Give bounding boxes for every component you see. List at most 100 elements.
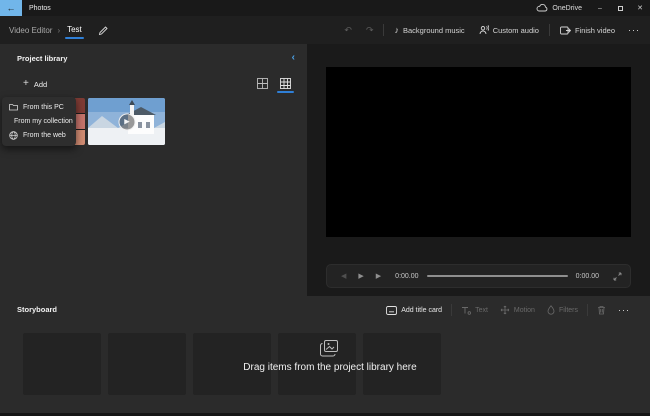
storyboard-more-button[interactable]: ··· <box>612 301 636 319</box>
small-grid-icon <box>280 78 291 89</box>
thumbnail-play-overlay: ▶ <box>118 113 135 130</box>
add-title-card-button[interactable]: Add title card <box>380 303 448 318</box>
play-button[interactable]: ▶ <box>352 272 369 280</box>
collapse-panel-button[interactable]: ‹ <box>289 51 298 64</box>
filters-icon <box>547 305 555 315</box>
text-tool-icon <box>461 306 471 315</box>
app-title: Photos <box>29 5 51 12</box>
back-icon: ← <box>7 3 16 13</box>
add-label: Add <box>34 80 47 89</box>
filters-button[interactable]: Filters <box>541 302 584 318</box>
selected-view-underline <box>277 91 294 93</box>
finish-video-button[interactable]: Finish video <box>553 22 622 39</box>
breadcrumb-separator-icon: › <box>57 26 60 35</box>
text-button[interactable]: Text <box>455 303 494 318</box>
storyboard-placeholder-card[interactable] <box>193 333 271 395</box>
add-title-card-label: Add title card <box>401 307 442 314</box>
close-button[interactable]: ✕ <box>630 0 650 16</box>
finish-video-icon <box>560 26 571 35</box>
menu-item-label: From the web <box>23 132 66 139</box>
expand-icon <box>613 272 622 281</box>
maximize-button[interactable] <box>610 0 630 16</box>
storyboard-placeholder-card[interactable] <box>108 333 186 395</box>
menu-item-from-this-pc[interactable]: From this PC <box>2 100 76 114</box>
custom-audio-icon <box>479 25 489 35</box>
storyboard-placeholder-card[interactable] <box>363 333 441 395</box>
fullscreen-button[interactable] <box>613 272 622 281</box>
filters-label: Filters <box>559 307 578 314</box>
storyboard-placeholder-card[interactable] <box>23 333 101 395</box>
total-time: 0:00.00 <box>576 273 599 280</box>
rename-project-button[interactable] <box>98 25 109 36</box>
redo-icon: ↷ <box>366 26 374 35</box>
media-thumbnail-video[interactable]: ▶ <box>88 98 165 145</box>
storyboard-section: Storyboard Add title card Text <box>0 296 650 416</box>
small-grid-view-button[interactable] <box>278 77 293 93</box>
library-view-toggles <box>255 77 293 93</box>
custom-audio-button[interactable]: Custom audio <box>472 21 546 39</box>
preview-area: ◀ ▶ ▶ 0:00.00 0:00.00 <box>307 44 650 296</box>
project-name-tab[interactable]: Test <box>65 21 84 40</box>
background-music-label: Background music <box>403 26 465 35</box>
next-frame-icon: ▶ <box>376 273 381 280</box>
close-icon: ✕ <box>637 4 643 12</box>
toolbar-divider <box>549 24 550 36</box>
storyboard-card-row <box>23 333 441 395</box>
plus-icon: + <box>23 79 29 89</box>
folder-icon <box>9 103 18 111</box>
more-icon: ··· <box>628 25 640 35</box>
storyboard-divider <box>587 304 588 316</box>
maximize-icon <box>618 6 623 11</box>
main-area: Project library ‹ + Add <box>0 44 650 296</box>
project-name: Test <box>67 25 82 34</box>
minimize-icon: – <box>598 5 602 12</box>
seek-slider[interactable] <box>427 275 568 277</box>
large-grid-view-button[interactable] <box>255 77 270 93</box>
storyboard-toolbar: Add title card Text Motion Fi <box>380 301 636 319</box>
music-note-icon: ♪ <box>394 26 399 35</box>
text-label: Text <box>475 307 488 314</box>
background-music-button[interactable]: ♪ Background music <box>387 22 471 39</box>
menu-item-from-the-web[interactable]: From the web <box>2 128 76 143</box>
more-icon: ··· <box>618 305 630 315</box>
breadcrumb[interactable]: Video Editor <box>9 26 52 35</box>
custom-audio-label: Custom audio <box>493 26 539 35</box>
back-button[interactable]: ← <box>0 0 22 16</box>
editor-toolbar: Video Editor › Test ↶ ↷ ♪ Background mus… <box>0 16 650 44</box>
storyboard-divider <box>451 304 452 316</box>
next-frame-button[interactable]: ▶ <box>370 272 387 280</box>
undo-icon: ↶ <box>344 26 352 35</box>
collapse-chevron-icon: ‹ <box>292 52 295 63</box>
photos-video-editor-window: ← Photos OneDrive – ✕ Video Editor › <box>0 0 650 416</box>
storyboard-placeholder-card[interactable] <box>278 333 356 395</box>
onedrive-label: OneDrive <box>552 5 582 12</box>
project-library-panel: Project library ‹ + Add <box>0 44 307 296</box>
pencil-icon <box>98 25 109 36</box>
add-media-button[interactable]: + Add <box>17 76 53 92</box>
minimize-button[interactable]: – <box>590 0 610 16</box>
motion-button[interactable]: Motion <box>494 302 541 318</box>
active-tab-underline <box>65 37 84 39</box>
current-time: 0:00.00 <box>395 273 418 280</box>
globe-icon <box>9 131 18 140</box>
playback-controls: ◀ ▶ ▶ 0:00.00 0:00.00 <box>326 264 631 288</box>
delete-button[interactable] <box>591 302 612 318</box>
motion-icon <box>500 305 510 315</box>
titlebar: ← Photos OneDrive – ✕ <box>0 0 650 16</box>
undo-button[interactable]: ↶ <box>337 22 359 39</box>
cloud-icon <box>536 4 548 12</box>
menu-item-label: From my collection <box>14 118 73 125</box>
add-media-menu: From this PC From my collection From the… <box>2 97 76 146</box>
finish-video-label: Finish video <box>575 26 615 35</box>
onedrive-button[interactable]: OneDrive <box>528 0 590 16</box>
storyboard-title: Storyboard <box>17 305 57 314</box>
motion-label: Motion <box>514 307 535 314</box>
toolbar-divider <box>383 24 384 36</box>
project-library-title: Project library <box>17 54 67 63</box>
play-icon: ▶ <box>124 118 129 126</box>
redo-button[interactable]: ↷ <box>359 22 381 39</box>
more-options-button[interactable]: ··· <box>622 21 646 39</box>
menu-item-from-my-collection[interactable]: From my collection <box>2 114 76 128</box>
previous-frame-button[interactable]: ◀ <box>335 272 352 280</box>
video-preview-canvas[interactable] <box>326 67 631 237</box>
